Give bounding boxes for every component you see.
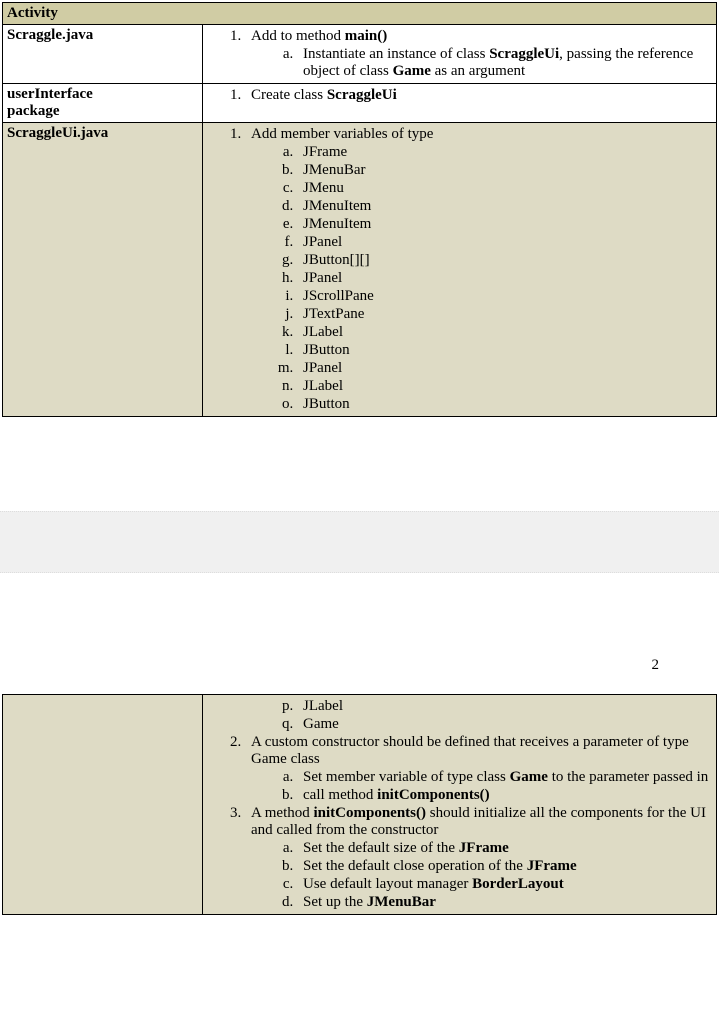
list-item: Set up the JMenuBar — [297, 894, 712, 911]
list-item: JLabel — [297, 698, 712, 715]
page-number: 2 — [0, 629, 719, 692]
list-item: Instantiate an instance of class Scraggl… — [297, 46, 712, 80]
row-scraggleui-java: ScraggleUi.java — [3, 123, 203, 417]
list-item: Add member variables of type JFrame JMen… — [245, 126, 712, 413]
list-item: JButton — [297, 342, 712, 359]
activity-table-part1: Activity Scraggle.java Add to method mai… — [2, 2, 717, 417]
list-item: Set the default size of the JFrame — [297, 840, 712, 857]
table-row: JLabel Game A custom constructor should … — [3, 695, 717, 915]
page-gap-bar — [0, 511, 719, 573]
list-item: JPanel — [297, 360, 712, 377]
list-item: JMenuItem — [297, 198, 712, 215]
list-item: A custom constructor should be defined t… — [245, 734, 712, 804]
list-item: JButton — [297, 396, 712, 413]
list-item: A method initComponents() should initial… — [245, 805, 712, 911]
list-item: JMenuBar — [297, 162, 712, 179]
list-item: JMenuItem — [297, 216, 712, 233]
row-scraggle-java: Scraggle.java — [3, 25, 203, 84]
row-scraggleui-content: Add member variables of type JFrame JMen… — [203, 123, 717, 417]
row-continuation-content: JLabel Game A custom constructor should … — [203, 695, 717, 915]
list-item: JMenu — [297, 180, 712, 197]
row-userinterface-content: Create class ScraggleUi — [203, 84, 717, 123]
list-item: JPanel — [297, 270, 712, 287]
list-item: JLabel — [297, 324, 712, 341]
list-item: JPanel — [297, 234, 712, 251]
list-item: Create class ScraggleUi — [245, 87, 712, 104]
row-continuation-left — [3, 695, 203, 915]
list-item: Set the default close operation of the J… — [297, 858, 712, 875]
list-item: Game — [297, 716, 712, 733]
list-item: Set member variable of type class Game t… — [297, 769, 712, 786]
row-userinterface-package: userInterfacepackage — [3, 84, 203, 123]
list-item: JLabel — [297, 378, 712, 395]
list-item: call method initComponents() — [297, 787, 712, 804]
table-row: Scraggle.java Add to method main() Insta… — [3, 25, 717, 84]
list-item: JTextPane — [297, 306, 712, 323]
table-row: ScraggleUi.java Add member variables of … — [3, 123, 717, 417]
row-scraggle-java-content: Add to method main() Instantiate an inst… — [203, 25, 717, 84]
table-row: userInterfacepackage Create class Scragg… — [3, 84, 717, 123]
table-header: Activity — [3, 3, 717, 25]
list-item: JButton[][] — [297, 252, 712, 269]
activity-table-part2: JLabel Game A custom constructor should … — [2, 694, 717, 915]
list-item: JScrollPane — [297, 288, 712, 305]
list-item: Add to method main() Instantiate an inst… — [245, 28, 712, 80]
list-item: Use default layout manager BorderLayout — [297, 876, 712, 893]
list-item: JFrame — [297, 144, 712, 161]
